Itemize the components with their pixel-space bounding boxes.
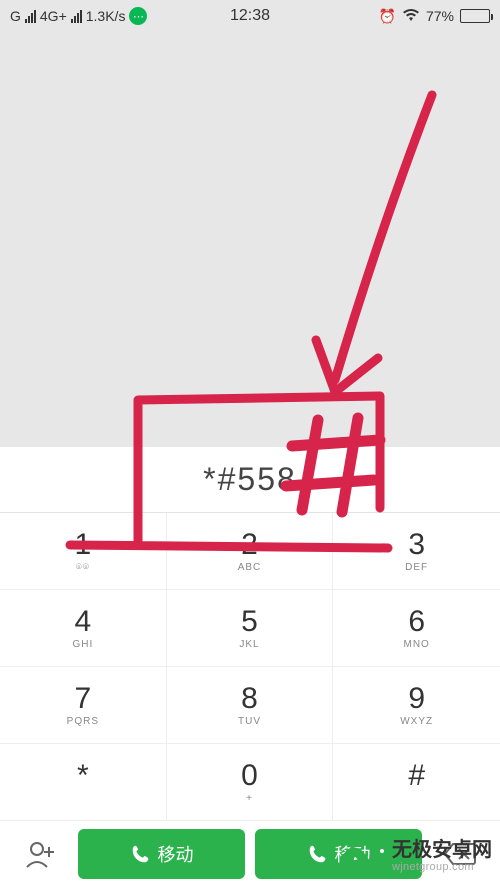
call-sim1-label: 移动 — [158, 841, 194, 867]
key-digit: 0 — [241, 759, 258, 793]
dial-display-row: *#558 — [0, 447, 500, 513]
key-3[interactable]: 3 DEF — [333, 513, 500, 590]
status-bar: G 4G+ 1.3K/s ⋯ 12:38 ⏰ 77% — [0, 0, 500, 32]
key-letters: TUV — [238, 716, 261, 728]
watermark: 无极安卓网 wjnetgroup.com — [340, 833, 492, 879]
key-letters: WXYZ — [400, 716, 433, 728]
key-digit: 7 — [74, 682, 91, 716]
recents-area — [0, 32, 500, 447]
watermark-title: 无极安卓网 — [392, 839, 492, 861]
phone-icon — [307, 843, 329, 865]
keypad: 1 ⌾⌾ 2 ABC 3 DEF 4 GHI 5 JKL 6 MNO 7 PQR… — [0, 513, 500, 821]
data-rate: 1.3K/s — [86, 8, 126, 24]
key-2[interactable]: 2 ABC — [167, 513, 334, 590]
wifi-icon — [402, 8, 420, 25]
key-digit: 8 — [241, 682, 258, 716]
key-letters: MNO — [403, 639, 429, 651]
key-digit: 2 — [241, 528, 258, 562]
key-7[interactable]: 7 PQRS — [0, 667, 167, 744]
key-digit: 1 — [74, 528, 91, 562]
key-star[interactable]: * — [0, 744, 167, 821]
key-0[interactable]: 0 + — [167, 744, 334, 821]
key-8[interactable]: 8 TUV — [167, 667, 334, 744]
status-time: 12:38 — [230, 7, 270, 25]
key-letters: ABC — [238, 562, 262, 574]
battery-icon — [460, 9, 490, 23]
phone-icon — [130, 843, 152, 865]
key-hash[interactable]: # — [333, 744, 500, 821]
key-9[interactable]: 9 WXYZ — [333, 667, 500, 744]
key-letters: + — [246, 793, 253, 805]
key-digit: 3 — [408, 528, 425, 562]
signal-bars-2 — [71, 9, 82, 23]
network-mode: 4G+ — [40, 8, 67, 24]
key-digit: 9 — [408, 682, 425, 716]
key-digit: # — [408, 759, 425, 793]
alarm-icon: ⏰ — [379, 8, 396, 25]
key-6[interactable]: 6 MNO — [333, 590, 500, 667]
key-digit: 5 — [241, 605, 258, 639]
wechat-notification-icon: ⋯ — [129, 7, 147, 25]
key-digit: * — [77, 759, 89, 793]
signal-bars-1 — [25, 9, 36, 23]
key-digit: 6 — [408, 605, 425, 639]
key-4[interactable]: 4 GHI — [0, 590, 167, 667]
network-label: G — [10, 8, 21, 24]
dial-display: *#558 — [203, 461, 297, 498]
call-sim1-button[interactable]: 移动 — [78, 829, 245, 879]
voicemail-icon: ⌾⌾ — [76, 562, 90, 574]
key-digit: 4 — [74, 605, 91, 639]
key-letters: JKL — [239, 639, 259, 651]
key-letters: PQRS — [67, 716, 99, 728]
watermark-url: wjnetgroup.com — [392, 861, 492, 873]
key-letters: GHI — [72, 639, 93, 651]
watermark-logo-icon — [340, 833, 386, 879]
add-contact-icon — [23, 839, 57, 869]
battery-percent: 77% — [426, 8, 454, 24]
add-contact-button[interactable] — [12, 829, 68, 879]
key-5[interactable]: 5 JKL — [167, 590, 334, 667]
key-letters: DEF — [405, 562, 428, 574]
status-left: G 4G+ 1.3K/s ⋯ — [10, 7, 147, 25]
status-right: ⏰ 77% — [379, 8, 490, 25]
key-1[interactable]: 1 ⌾⌾ — [0, 513, 167, 590]
